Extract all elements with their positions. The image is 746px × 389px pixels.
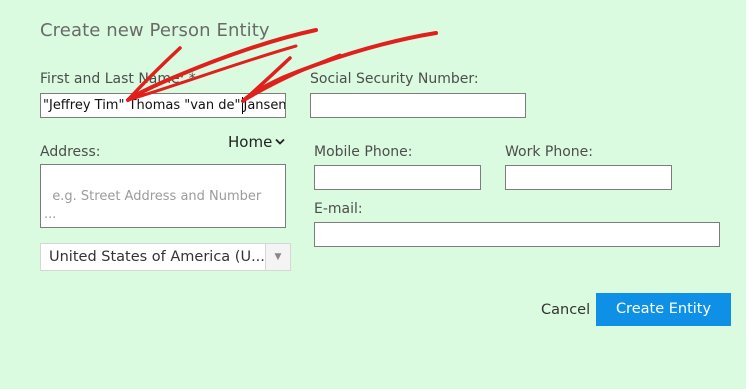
country-select[interactable]: United States of America (U... ▼: [40, 243, 291, 271]
mobile-label: Mobile Phone:: [314, 144, 413, 160]
name-input[interactable]: "Jeffrey Tim" Thomas "van de" Jansen: [40, 93, 286, 118]
address-label: Address:: [40, 144, 101, 160]
email-label: E-mail:: [314, 201, 363, 217]
email-input[interactable]: [314, 222, 720, 247]
country-value: United States of America (U...: [49, 249, 265, 265]
resize-grip-icon[interactable]: [275, 217, 284, 226]
address-type-label: Home: [228, 133, 273, 151]
name-text-after-caret: Jansen: [243, 98, 286, 113]
name-text-before-caret: "Jeffrey Tim" Thomas "van de": [43, 98, 241, 113]
mobile-phone-input[interactable]: [314, 165, 481, 190]
name-label: First and Last Name: *: [40, 71, 196, 87]
cancel-button[interactable]: Cancel: [541, 302, 590, 318]
address-placeholder: e.g. Street Address and Number ... Zip C…: [44, 188, 262, 228]
text-caret: [241, 97, 243, 114]
address-type-select[interactable]: Home: [228, 133, 285, 151]
chevron-down-icon: [275, 136, 285, 149]
work-label: Work Phone:: [505, 144, 593, 160]
work-phone-input[interactable]: [505, 165, 672, 190]
red-arrow-stroke: [241, 31, 438, 103]
create-entity-button[interactable]: Create Entity: [596, 293, 731, 326]
ssn-label: Social Security Number:: [310, 71, 479, 87]
address-textarea[interactable]: e.g. Street Address and Number ... Zip C…: [40, 164, 286, 228]
dropdown-arrow-icon[interactable]: ▼: [265, 244, 290, 270]
page-title: Create new Person Entity: [40, 20, 270, 41]
ssn-input[interactable]: [310, 93, 526, 118]
